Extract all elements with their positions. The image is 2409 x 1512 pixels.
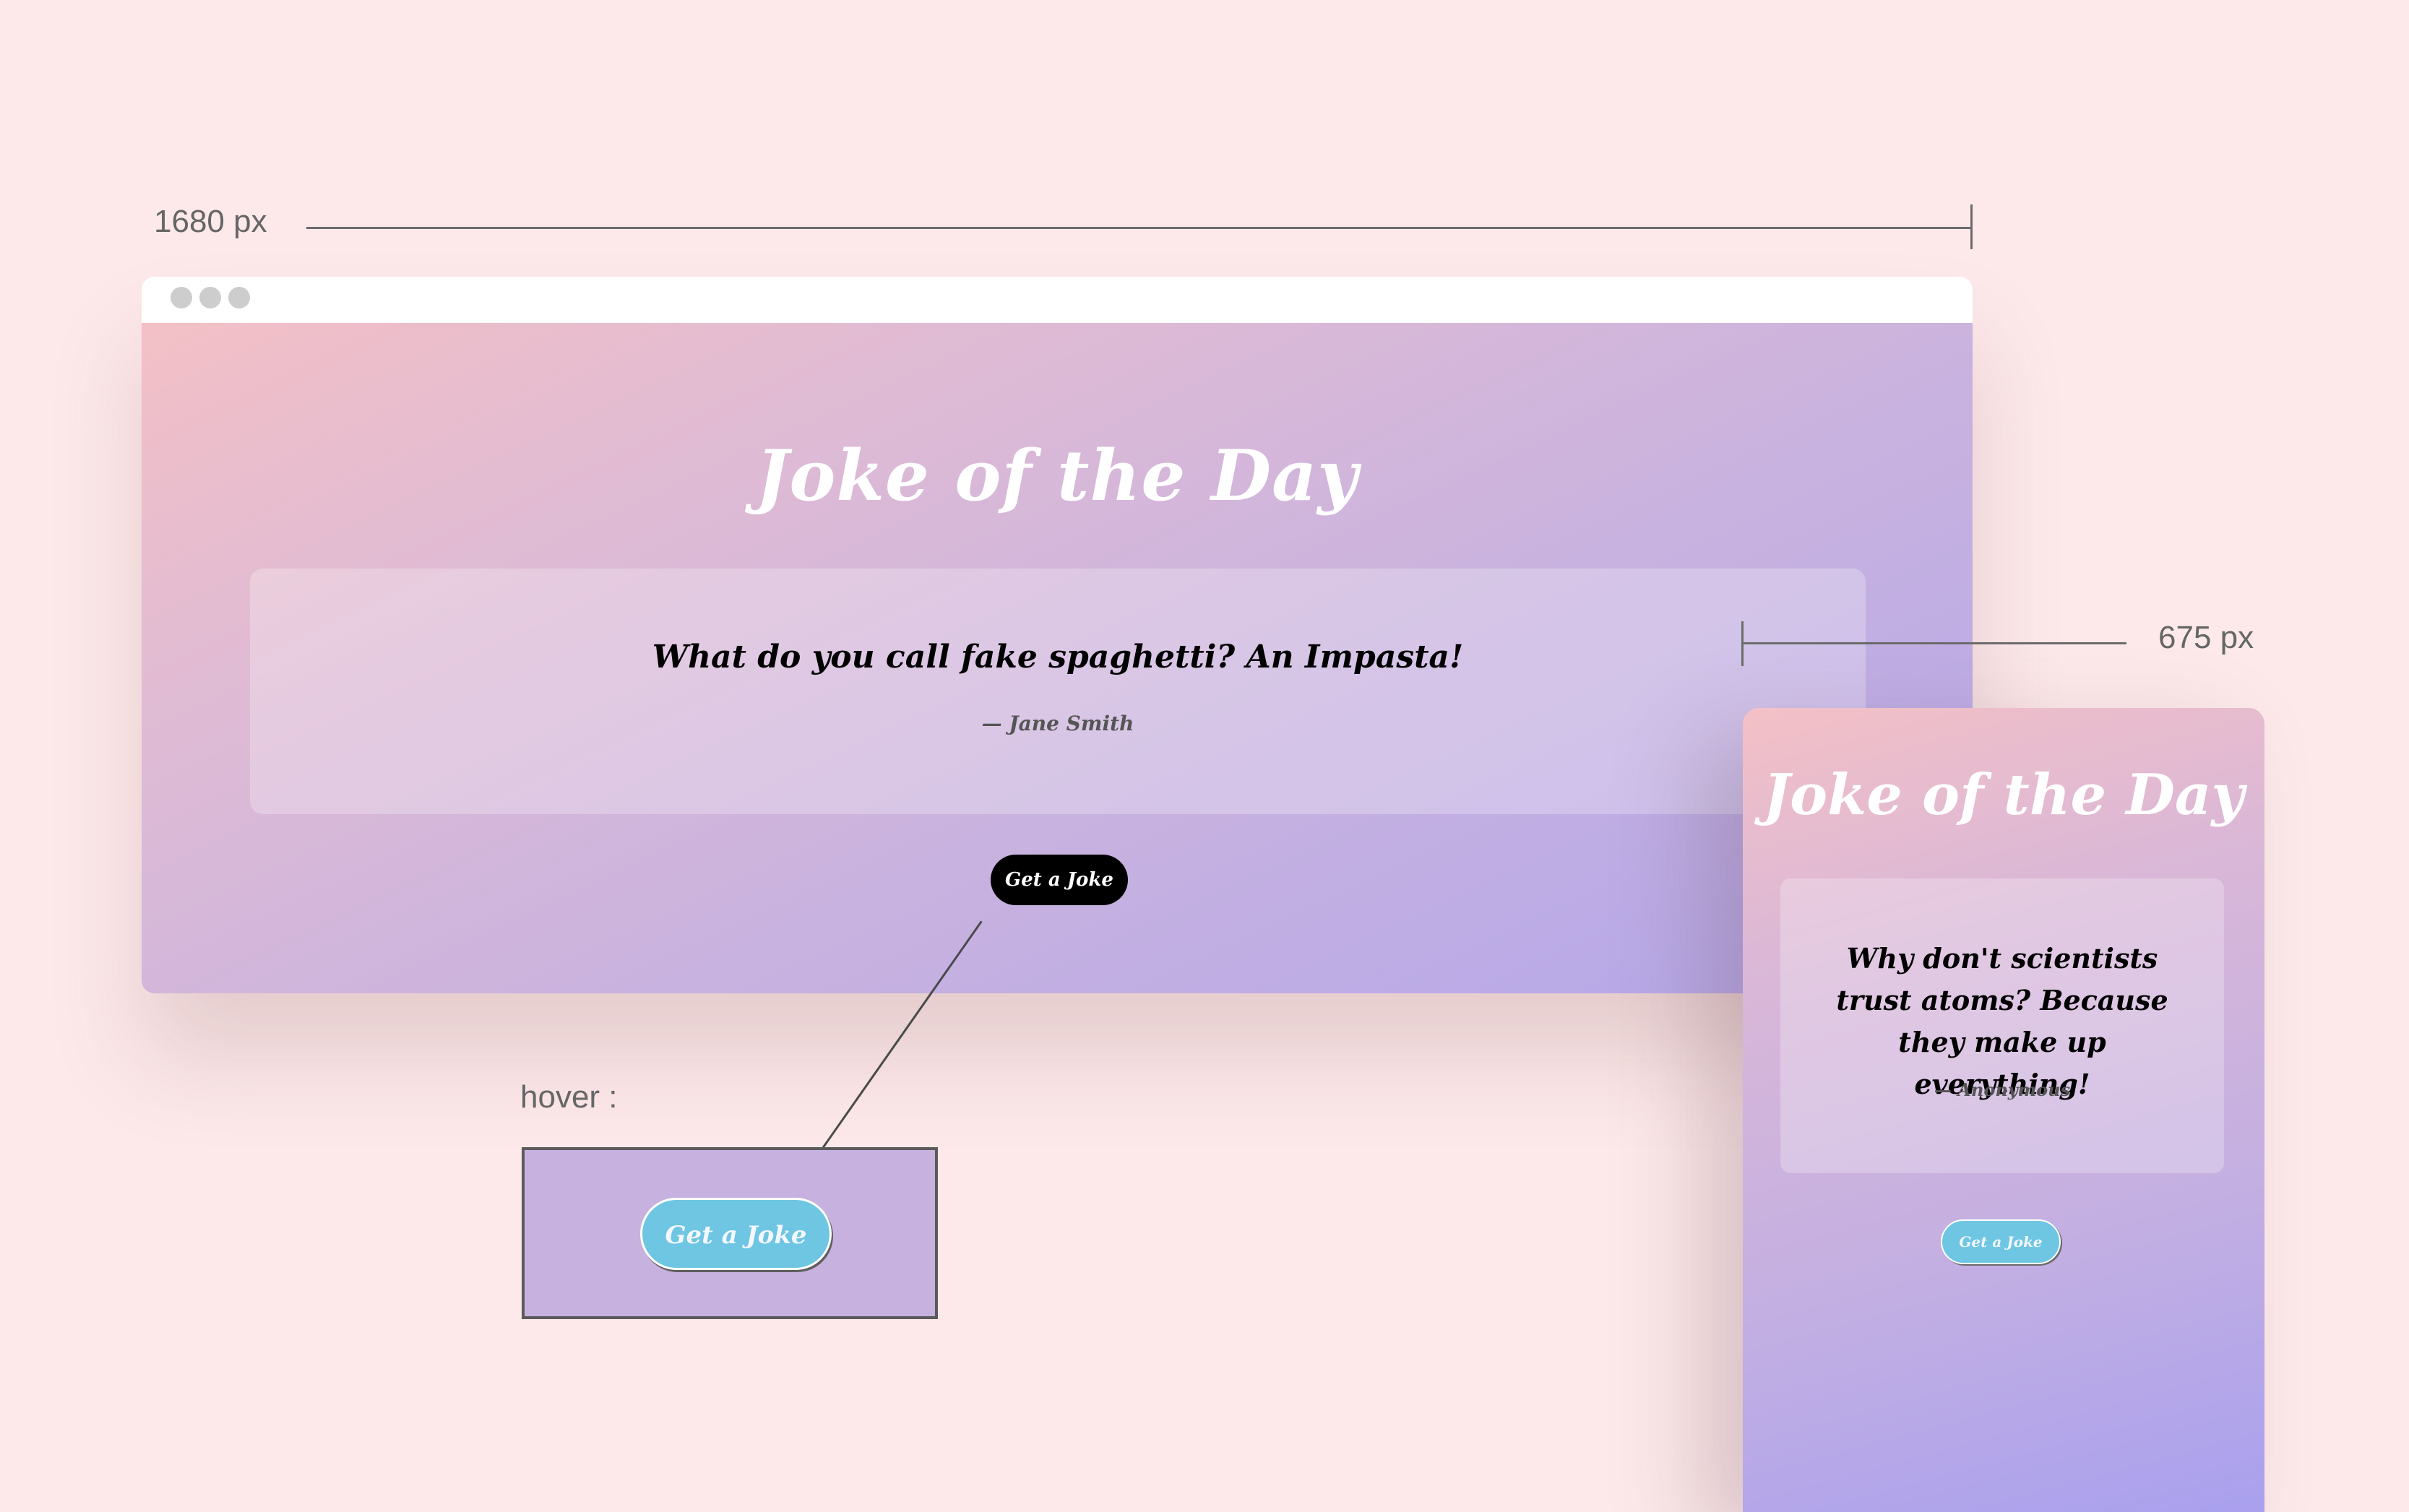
desktop-mockup: Joke of the Day What do you call fake sp… xyxy=(142,277,1973,993)
get-joke-button-hover[interactable]: Get a Joke xyxy=(640,1198,832,1270)
mobile-width-label: 675 px xyxy=(2158,620,2254,655)
mobile-width-line xyxy=(1741,642,2126,644)
joke-card: What do you call fake spaghetti? An Impa… xyxy=(250,569,1866,814)
desktop-width-tick xyxy=(1970,204,1973,249)
joke-card: Why don't scientists trust atoms? Becaus… xyxy=(1780,878,2224,1173)
joke-text: What do you call fake spaghetti? An Impa… xyxy=(652,639,1464,675)
desktop-width-label: 1680 px xyxy=(154,204,267,239)
mobile-mockup: Joke of the Day Why don't scientists tru… xyxy=(1743,708,2264,1512)
hover-state-preview: Get a Joke xyxy=(522,1147,938,1319)
window-dot-icon xyxy=(199,287,221,308)
get-joke-button[interactable]: Get a Joke xyxy=(1941,1219,2061,1264)
joke-author: — Jane Smith xyxy=(981,712,1134,735)
joke-author: — Anonymous xyxy=(1934,1079,2071,1100)
hover-label: hover : xyxy=(520,1079,618,1115)
page-title: Joke of the Day xyxy=(1763,762,2244,828)
page-title: Joke of the Day xyxy=(755,435,1359,517)
get-joke-button[interactable]: Get a Joke xyxy=(991,855,1128,905)
browser-title-bar xyxy=(142,277,1973,323)
desktop-width-line xyxy=(306,227,1973,229)
window-dot-icon xyxy=(228,287,250,308)
window-dot-icon xyxy=(171,287,192,308)
desktop-page: Joke of the Day What do you call fake sp… xyxy=(142,323,1973,993)
